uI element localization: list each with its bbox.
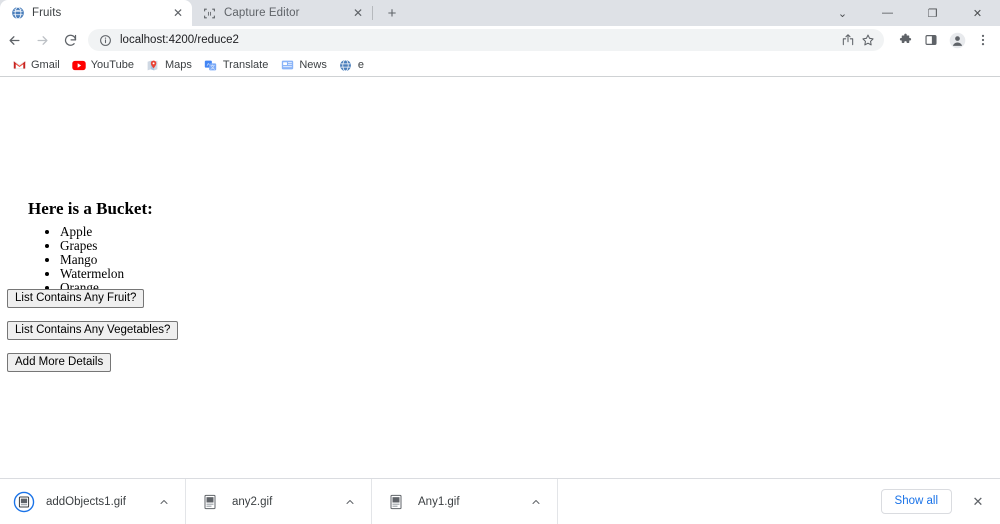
bookmark-youtube[interactable]: YouTube <box>68 56 140 74</box>
address-bar-url[interactable]: localhost:4200/reduce2 <box>120 34 874 46</box>
bookmark-label: News <box>299 59 327 71</box>
share-icon[interactable] <box>838 30 858 50</box>
tab-close-button[interactable]: ✕ <box>350 5 366 21</box>
list-item: Watermelon <box>60 267 124 281</box>
download-item[interactable]: any2.gif <box>186 478 372 524</box>
info-circle-icon[interactable] <box>98 33 112 47</box>
minimize-button[interactable]: — <box>865 0 910 26</box>
youtube-icon <box>72 58 86 72</box>
bookmark-label: Gmail <box>31 59 60 71</box>
add-more-details-button[interactable]: Add More Details <box>7 353 112 372</box>
bookmark-label: Maps <box>164 59 192 71</box>
reload-icon[interactable] <box>56 26 84 54</box>
globe-icon <box>339 58 353 72</box>
page-title: Here is a Bucket: <box>28 199 153 218</box>
omnibox-actions <box>838 29 878 51</box>
chevron-up-icon[interactable] <box>153 491 175 513</box>
bookmark-label: YouTube <box>90 59 134 71</box>
close-button[interactable]: ✕ <box>955 0 1000 26</box>
side-panel-icon[interactable] <box>918 26 944 54</box>
account-avatar-icon[interactable] <box>944 26 970 54</box>
tab-fruits[interactable]: Fruits ✕ <box>0 0 192 26</box>
list-contains-any-fruit-button[interactable]: List Contains Any Fruit? <box>7 289 145 308</box>
download-item[interactable]: addObjects1.gif <box>0 478 186 524</box>
bookmark-translate[interactable]: A 文 Translate <box>200 56 274 74</box>
bookmark-label: e <box>357 59 364 71</box>
list-item: Grapes <box>60 239 124 253</box>
download-filename: addObjects1.gif <box>46 495 126 508</box>
bookmarks-bar: Gmail YouTube Maps A 文 Translate News e <box>0 54 1000 76</box>
chevron-up-icon[interactable] <box>339 491 361 513</box>
page-viewport: Here is a Bucket: Apple Grapes Mango Wat… <box>0 77 1000 478</box>
capture-frame-icon <box>202 6 217 21</box>
tab-search-button[interactable]: ⌄ <box>820 0 865 26</box>
fruit-list: Apple Grapes Mango Watermelon Orange <box>28 225 124 295</box>
image-file-icon <box>384 490 408 514</box>
action-button-group: List Contains Any Fruit? List Contains A… <box>7 289 179 385</box>
list-contains-any-vegetables-button[interactable]: List Contains Any Vegetables? <box>7 321 179 340</box>
image-file-icon <box>198 490 222 514</box>
tab-strip: Fruits ✕ Capture Editor ✕ + ⌄ — ❐ ✕ <box>0 0 1000 26</box>
bookmark-label: Translate <box>222 59 269 71</box>
address-bar[interactable]: localhost:4200/reduce2 <box>88 29 884 51</box>
download-progress-ring-icon <box>12 490 36 514</box>
tab-capture-editor[interactable]: Capture Editor ✕ <box>192 0 372 26</box>
news-icon <box>280 58 294 72</box>
maps-icon <box>146 58 160 72</box>
star-icon[interactable] <box>858 30 878 50</box>
show-all-downloads-button[interactable]: Show all <box>880 489 952 514</box>
chevron-up-icon[interactable] <box>525 491 547 513</box>
download-filename: any2.gif <box>232 495 273 508</box>
globe-icon <box>10 6 25 21</box>
browser-window: Fruits ✕ Capture Editor ✕ + ⌄ — ❐ ✕ loca… <box>0 0 1000 524</box>
translate-icon: A 文 <box>204 58 218 72</box>
browser-toolbar: localhost:4200/reduce2 <box>0 26 1000 54</box>
tab-divider <box>372 6 373 20</box>
tab-close-button[interactable]: ✕ <box>170 5 186 21</box>
bookmark-news[interactable]: News <box>276 56 333 74</box>
bookmark-e[interactable]: e <box>335 56 370 74</box>
puzzle-piece-icon[interactable] <box>892 26 918 54</box>
bookmark-gmail[interactable]: Gmail <box>8 56 66 74</box>
window-controls: ⌄ — ❐ ✕ <box>820 0 1000 26</box>
list-item: Mango <box>60 253 124 267</box>
download-item[interactable]: Any1.gif <box>372 478 558 524</box>
gmail-icon <box>12 58 26 72</box>
maximize-button[interactable]: ❐ <box>910 0 955 26</box>
new-tab-button[interactable]: + <box>379 0 405 26</box>
bookmark-maps[interactable]: Maps <box>142 56 198 74</box>
tab-title: Capture Editor <box>224 7 300 19</box>
download-filename: Any1.gif <box>418 495 460 508</box>
close-icon[interactable]: ✕ <box>966 490 990 514</box>
forward-icon[interactable] <box>28 26 56 54</box>
list-item: Apple <box>60 225 124 239</box>
download-shelf: addObjects1.gif any2.gif Any1.gif Show a… <box>0 478 1000 524</box>
tab-title: Fruits <box>32 7 62 19</box>
download-shelf-actions: Show all ✕ <box>880 489 1000 514</box>
back-icon[interactable] <box>0 26 28 54</box>
three-dot-menu-icon[interactable] <box>970 26 996 54</box>
